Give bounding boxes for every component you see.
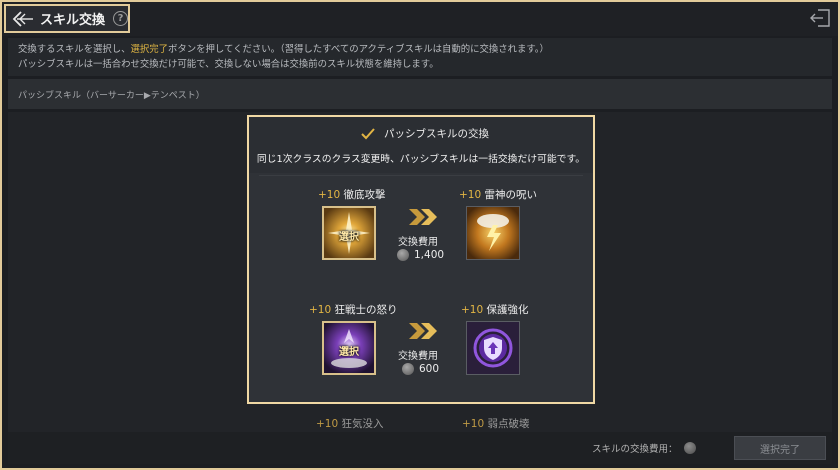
- from-skill-name: +10 徹底攻撃: [318, 189, 386, 201]
- to-skill-name: +10 雷神の呪い: [459, 189, 538, 201]
- instruction-line-2: パッシブスキルは一括合わせ交換だけ可能で、交換しない場合は交換前のスキル状態を維…: [18, 59, 439, 70]
- select-done-button[interactable]: 選択完了: [734, 436, 826, 460]
- exchange-cost-title: 交換費用: [398, 237, 438, 248]
- exchange-cost-value: 1,400: [397, 249, 444, 261]
- back-arrow-icon: [12, 10, 33, 27]
- to-skill-icon: [466, 206, 520, 260]
- chevron-right-icon: [409, 209, 437, 225]
- coin-icon: [684, 442, 696, 454]
- background-skill-item[interactable]: +10 弱点破壊: [462, 416, 530, 431]
- page-title: スキル交換: [40, 13, 106, 28]
- dialog-subtitle: 同じ1次クラスのクラス変更時、パッシブスキルは一括交換だけ可能です。: [256, 154, 586, 165]
- back-title-button[interactable]: スキル交換 ?: [4, 4, 130, 33]
- bottom-bar: [8, 432, 832, 464]
- selected-label: 選択: [339, 232, 359, 243]
- checkmark-icon: [361, 127, 375, 139]
- shield-icon: [467, 322, 519, 374]
- to-skill-name: +10 保護強化: [461, 304, 529, 316]
- divider: [259, 175, 583, 176]
- coin-icon: [402, 363, 414, 375]
- passive-exchange-checkbox[interactable]: パッシブスキルの交換: [361, 126, 489, 141]
- coin-icon: [397, 249, 409, 261]
- total-cost-label: スキルの交換費用：: [592, 444, 678, 455]
- passive-exchange-dialog: パッシブスキルの交換 同じ1次クラスのクラス変更時、パッシブスキルは一括交換だけ…: [247, 115, 595, 404]
- to-skill-icon: [466, 321, 520, 375]
- checkbox-label: パッシブスキルの交換: [384, 128, 489, 140]
- exit-icon[interactable]: [810, 9, 830, 27]
- instruction-line-1: 交換するスキルを選択し、選択完了ボタンを押してください。（習得したすべてのアクテ…: [18, 44, 549, 55]
- exchange-cost-value: 600: [402, 363, 439, 375]
- help-icon[interactable]: ?: [113, 11, 128, 26]
- instructions-panel: 交換するスキルを選択し、選択完了ボタンを押してください。（習得したすべてのアクテ…: [8, 38, 832, 76]
- select-done-highlight: 選択完了: [130, 44, 169, 55]
- from-skill-name: +10 狂戦士の怒り: [309, 304, 398, 316]
- chevron-right-icon: [409, 323, 437, 339]
- passive-skill-row[interactable]: パッシブスキル（バーサーカー▶テンペスト）: [8, 79, 832, 109]
- from-skill-icon[interactable]: 選択: [322, 206, 376, 260]
- thunder-curse-icon: [467, 207, 519, 259]
- exchange-cost-title: 交換費用: [398, 351, 438, 362]
- from-skill-icon[interactable]: 選択: [322, 321, 376, 375]
- background-skill-item[interactable]: +10 狂気没入: [316, 416, 384, 431]
- selected-label: 選択: [339, 347, 359, 358]
